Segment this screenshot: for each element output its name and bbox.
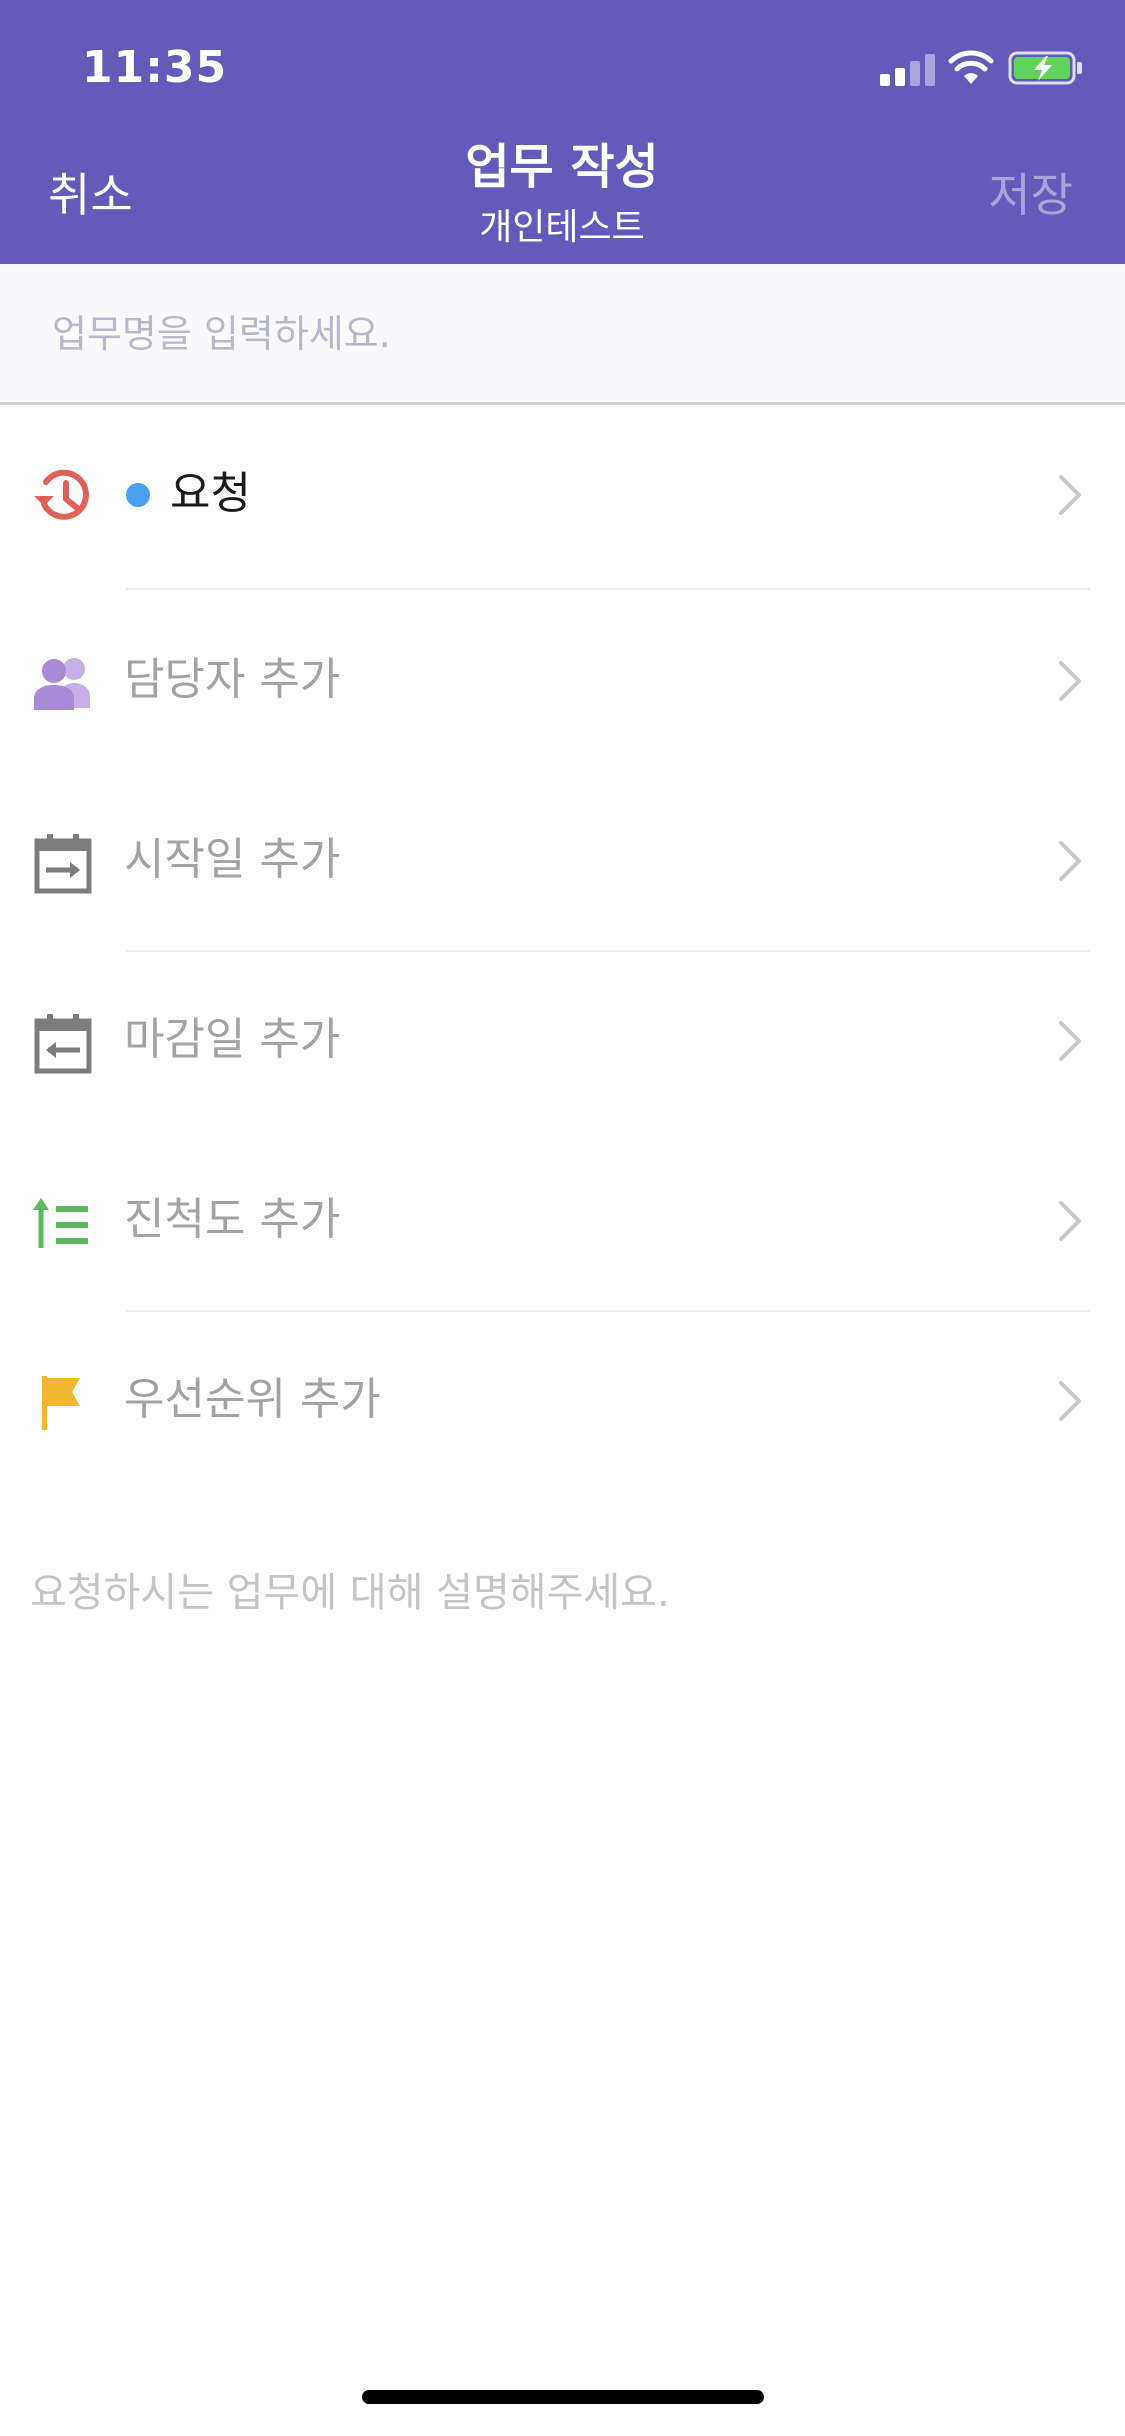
request-history-icon — [30, 464, 96, 530]
start-date-label: 시작일 추가 — [124, 834, 341, 885]
start-date-calendar-icon — [30, 830, 96, 896]
due-date-label: 마감일 추가 — [124, 1014, 341, 1065]
home-indicator[interactable] — [362, 2390, 764, 2404]
status-label: 요청 — [170, 468, 251, 519]
progress-label: 진척도 추가 — [124, 1194, 341, 1245]
priority-label: 우선순위 추가 — [124, 1374, 381, 1425]
cellular-signal-icon — [880, 52, 936, 86]
task-description-input[interactable]: 요청하시는 업무에 대해 설명해주세요. — [30, 1558, 1090, 1628]
chevron-right-icon — [1051, 1199, 1087, 1243]
priority-row[interactable]: 우선순위 추가 — [0, 1310, 1125, 1490]
wifi-icon — [948, 50, 994, 86]
task-compose-screen: 11:35 취소 업무 작성 개인테스트 저장 업무명을 입력하세요. 요청 담… — [0, 0, 1125, 2436]
assignee-label: 담당자 추가 — [124, 654, 341, 705]
priority-flag-icon — [30, 1370, 96, 1436]
due-date-row[interactable]: 마감일 추가 — [0, 950, 1125, 1130]
status-row[interactable]: 요청 — [0, 404, 1125, 584]
status-color-dot — [126, 483, 150, 507]
chevron-right-icon — [1051, 839, 1087, 883]
page-title: 업무 작성 — [465, 139, 659, 195]
navigation-header: 11:35 취소 업무 작성 개인테스트 저장 — [0, 0, 1125, 264]
project-subtitle: 개인테스트 — [479, 207, 645, 248]
save-button[interactable]: 저장 — [988, 160, 1073, 230]
due-date-calendar-icon — [30, 1010, 96, 1076]
chevron-right-icon — [1051, 659, 1087, 703]
status-time: 11:35 — [82, 42, 228, 93]
cancel-button[interactable]: 취소 — [48, 160, 133, 230]
task-name-section — [0, 264, 1125, 405]
chevron-right-icon — [1051, 1379, 1087, 1423]
battery-charging-icon — [1008, 50, 1084, 86]
chevron-right-icon — [1051, 473, 1087, 517]
assignee-row[interactable]: 담당자 추가 — [0, 590, 1125, 770]
task-name-input[interactable] — [50, 294, 1074, 374]
progress-list-icon — [30, 1190, 96, 1256]
assignee-users-icon — [30, 650, 96, 716]
chevron-right-icon — [1051, 1019, 1087, 1063]
start-date-row[interactable]: 시작일 추가 — [0, 770, 1125, 950]
progress-row[interactable]: 진척도 추가 — [0, 1130, 1125, 1310]
